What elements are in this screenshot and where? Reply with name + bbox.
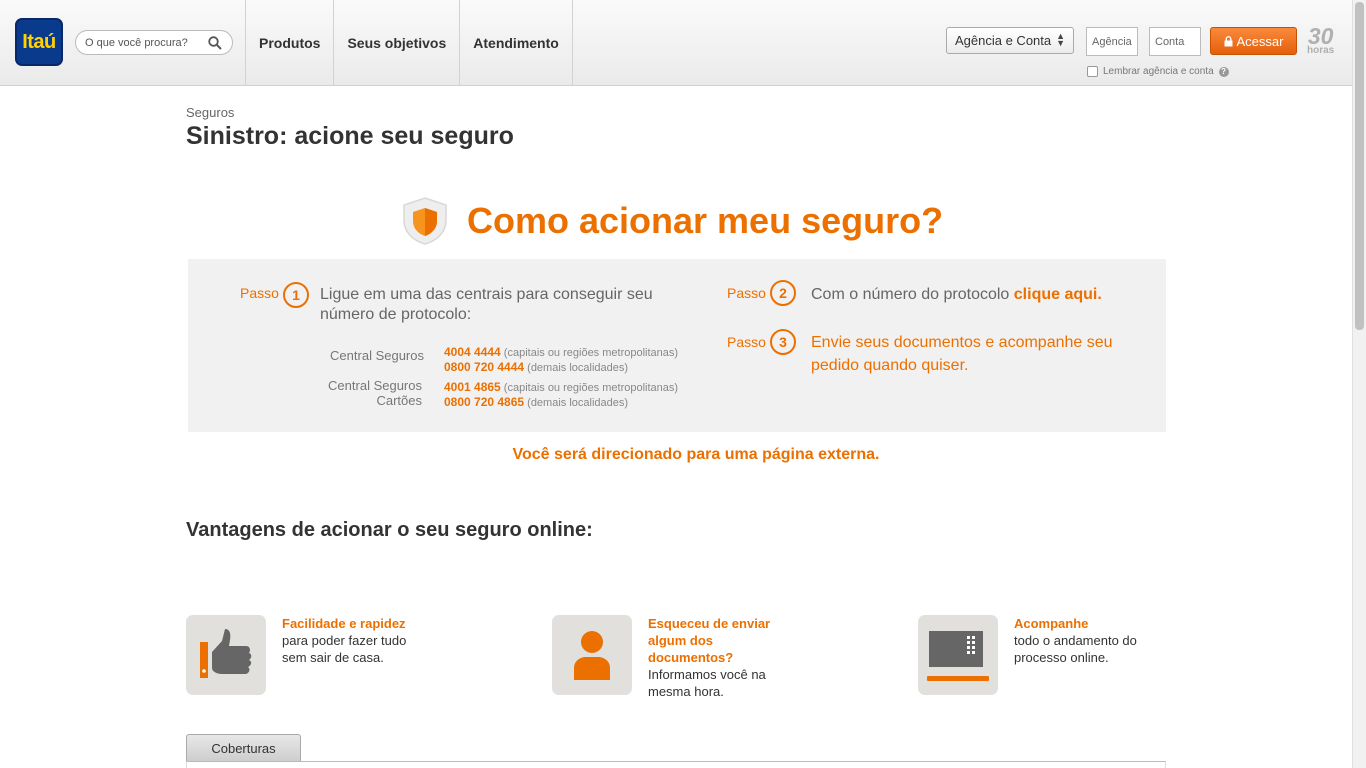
advantage-title: Facilidade e rapidez (282, 616, 406, 631)
shield-icon (403, 197, 447, 245)
hero-title: Como acionar meu seguro? (467, 200, 944, 241)
search-box[interactable]: O que você procura? (75, 30, 233, 55)
central-seguros-phones: 4004 4444 (capitais ou regiões metropoli… (444, 345, 678, 375)
main-nav: Produtos Seus objetivos Atendimento (245, 0, 573, 86)
phone-desc: (demais localidades) (527, 397, 629, 409)
conta-placeholder: Conta (1155, 35, 1185, 48)
advantage-text: Acompanhe todo o andamento do processo o… (1014, 615, 1159, 695)
external-notice: Você será direcionado para uma página ex… (512, 446, 880, 463)
tab-panel (186, 761, 1166, 768)
advantage-text: Facilidade e rapidez para poder fazer tu… (282, 615, 422, 695)
step1-text: Ligue em uma das centrais para conseguir… (320, 286, 653, 323)
breadcrumb[interactable]: Seguros (186, 105, 234, 120)
central-cartoes-line1: Central Seguros (328, 378, 422, 393)
step2-prefix: Com o número do protocolo (811, 286, 1014, 303)
tab-coberturas[interactable]: Coberturas (186, 734, 301, 762)
conta-field[interactable]: Conta (1149, 27, 1201, 56)
phone-0800-720-4444[interactable]: 0800 720 4444 (444, 360, 524, 374)
advantage-desc: Informamos você na mesma hora. (648, 667, 766, 699)
person-icon (552, 615, 632, 695)
steps-box: Passo 1 Ligue em uma das centrais para c… (188, 259, 1166, 432)
remember-row: Lembrar agência e conta ? (1087, 66, 1229, 77)
nav-atendimento[interactable]: Atendimento (459, 0, 573, 86)
hero: Como acionar meu seguro? (401, 196, 943, 246)
remember-checkbox[interactable] (1087, 66, 1098, 77)
phone-desc: (capitais ou regiões metropolitanas) (503, 347, 679, 359)
step3-label: Passo (727, 334, 766, 350)
phone-4004-4444[interactable]: 4004 4444 (444, 345, 501, 359)
step2-text: Com o número do protocolo clique aqui. (811, 285, 1141, 305)
itau-logo[interactable]: Itaú (15, 18, 63, 66)
remember-label[interactable]: Lembrar agência e conta (1103, 66, 1214, 77)
step1-number: 1 (283, 282, 309, 308)
agencia-field[interactable]: Agência (1086, 27, 1138, 56)
advantage-text: Esqueceu de enviar algum dos documentos?… (648, 615, 778, 700)
advantage-desc: todo o andamento do processo online. (1014, 633, 1137, 665)
top-header: Itaú O que você procura? Produtos Seus o… (0, 0, 1352, 86)
agencia-placeholder: Agência (1092, 35, 1132, 48)
30-horas-badge[interactable]: 30 horas (1307, 25, 1334, 56)
step2-number: 2 (770, 280, 796, 306)
step1-label: Passo (240, 285, 279, 301)
scrollbar-thumb[interactable] (1355, 2, 1364, 330)
central-cartoes-label: Central Seguros Cartões (292, 378, 422, 408)
phone-4001-4865[interactable]: 4001 4865 (444, 380, 501, 394)
thumbs-up-icon (186, 615, 266, 695)
acessar-button[interactable]: Acessar (1210, 27, 1297, 55)
advantage-card: Esqueceu de enviar algum dos documentos?… (552, 615, 778, 700)
help-icon[interactable]: ? (1218, 66, 1229, 77)
badge-text: horas (1307, 45, 1335, 56)
advantage-card: Facilidade e rapidez para poder fazer tu… (186, 615, 422, 695)
advantages-title: Vantagens de acionar o seu seguro online… (186, 519, 593, 541)
advantage-desc: para poder fazer tudo sem sair de casa. (282, 633, 407, 665)
search-input[interactable]: O que você procura? (85, 37, 204, 49)
step2-label: Passo (727, 285, 766, 301)
step3-text: Envie seus documentos e acompanhe seu pe… (811, 334, 1113, 374)
central-seguros-label: Central Seguros (330, 348, 424, 363)
scrollbar[interactable] (1352, 0, 1366, 768)
page-title: Sinistro: acione seu seguro (186, 122, 514, 150)
nav-produtos[interactable]: Produtos (245, 0, 333, 86)
advantage-card: Acompanhe todo o andamento do processo o… (918, 615, 1159, 695)
acessar-label: Acessar (1236, 33, 1284, 49)
advantage-title: Esqueceu de enviar algum dos documentos? (648, 616, 771, 665)
step3-number: 3 (770, 329, 796, 355)
logo-text: Itaú (22, 30, 56, 53)
tablet-icon (918, 615, 998, 695)
nav-seus-objetivos[interactable]: Seus objetivos (333, 0, 459, 86)
clique-aqui-link[interactable]: clique aqui. (1014, 286, 1102, 303)
login-type-value: Agência e Conta (955, 33, 1052, 48)
central-cartoes-phones: 4001 4865 (capitais ou regiões metropoli… (444, 380, 678, 410)
search-icon[interactable] (204, 32, 226, 54)
lock-icon (1224, 35, 1233, 46)
advantage-title: Acompanhe (1014, 616, 1089, 631)
phone-desc: (capitais ou regiões metropolitanas) (503, 382, 679, 394)
select-arrows-icon: ▲ ▼ (1056, 31, 1065, 48)
central-cartoes-line2: Cartões (376, 393, 422, 408)
phone-0800-720-4865[interactable]: 0800 720 4865 (444, 395, 524, 409)
login-type-select[interactable]: Agência e Conta ▲ ▼ (946, 27, 1074, 54)
phone-desc: (demais localidades) (527, 362, 629, 374)
